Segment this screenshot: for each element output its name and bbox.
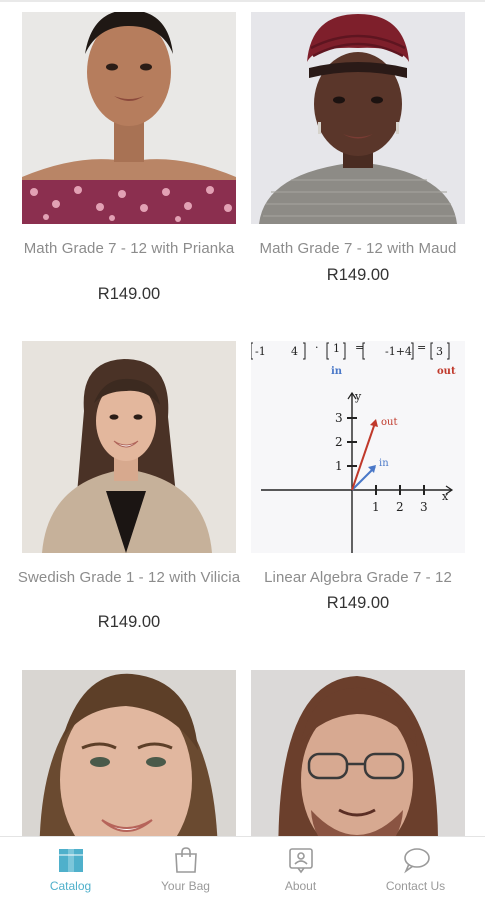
- equation-fragment: -1+4: [385, 345, 412, 358]
- in-vector-label: in: [379, 458, 389, 469]
- nav-item-about[interactable]: About: [240, 837, 361, 901]
- product-title[interactable]: Linear Algebra Grade 7 - 12: [241, 568, 475, 587]
- out-label: out: [437, 366, 456, 377]
- svg-text:=: =: [417, 341, 426, 354]
- product-price: R149.00: [97, 285, 161, 303]
- product-image-vilicia[interactable]: [22, 341, 236, 553]
- nav-label-contact-us: Contact Us: [385, 879, 446, 893]
- nav-label-catalog: Catalog: [49, 879, 92, 893]
- portrait-prianka: [22, 12, 236, 224]
- portrait-vilicia: [22, 341, 236, 553]
- equation-fragment: 3: [436, 345, 443, 358]
- product-image-linear-algebra[interactable]: -1 4 1 -1+4 3 · = = in out x y 1 2 3 1 2…: [251, 341, 465, 553]
- nav-item-contact-us[interactable]: Contact Us: [355, 837, 476, 901]
- in-label: in: [331, 366, 343, 377]
- product-image[interactable]: [251, 670, 465, 836]
- nav-item-catalog[interactable]: Catalog: [10, 837, 131, 901]
- product-grid: Math Grade 7 - 12 with Prianka R149.00 M…: [0, 0, 485, 836]
- bottom-navigation: Catalog Your Bag About Contact Us: [0, 836, 485, 901]
- equation-fragment: -1: [255, 345, 266, 358]
- product-image[interactable]: [22, 670, 236, 836]
- product-title[interactable]: Swedish Grade 1 - 12 with Vilicia: [12, 568, 246, 587]
- product-image-prianka[interactable]: [22, 12, 236, 224]
- portrait: [251, 670, 465, 836]
- y-tick-label: 2: [335, 435, 343, 449]
- x-tick-label: 2: [396, 500, 404, 514]
- y-tick-label: 3: [335, 411, 343, 425]
- portrait-maud: [251, 12, 465, 224]
- shopping-bag-icon: [172, 846, 200, 874]
- product-price: R149.00: [326, 266, 390, 284]
- product-price: R149.00: [97, 613, 161, 631]
- y-axis-label: y: [354, 390, 362, 403]
- nav-item-your-bag[interactable]: Your Bag: [125, 837, 246, 901]
- product-price: R149.00: [326, 594, 390, 612]
- nav-label-about: About: [284, 879, 317, 893]
- out-vector-label: out: [381, 417, 397, 428]
- portrait: [22, 670, 236, 836]
- x-axis-label: x: [442, 490, 449, 503]
- vector-diagram: -1 4 1 -1+4 3 · = = in out x y 1 2 3 1 2…: [251, 341, 465, 553]
- catalog-box-icon: [57, 846, 85, 874]
- y-tick-label: 1: [335, 459, 343, 473]
- product-image-maud[interactable]: [251, 12, 465, 224]
- x-tick-label: 3: [420, 500, 428, 514]
- x-tick-label: 1: [372, 500, 380, 514]
- product-title[interactable]: Math Grade 7 - 12 with Maud: [241, 239, 475, 258]
- svg-text:·: ·: [315, 341, 319, 354]
- equation-fragment: 4: [291, 345, 298, 358]
- nav-label-your-bag: Your Bag: [161, 879, 210, 893]
- equation-fragment: 1: [333, 342, 340, 355]
- about-person-icon: [287, 846, 315, 874]
- chat-bubble-icon: [402, 846, 430, 874]
- product-title[interactable]: Math Grade 7 - 12 with Prianka: [12, 239, 246, 258]
